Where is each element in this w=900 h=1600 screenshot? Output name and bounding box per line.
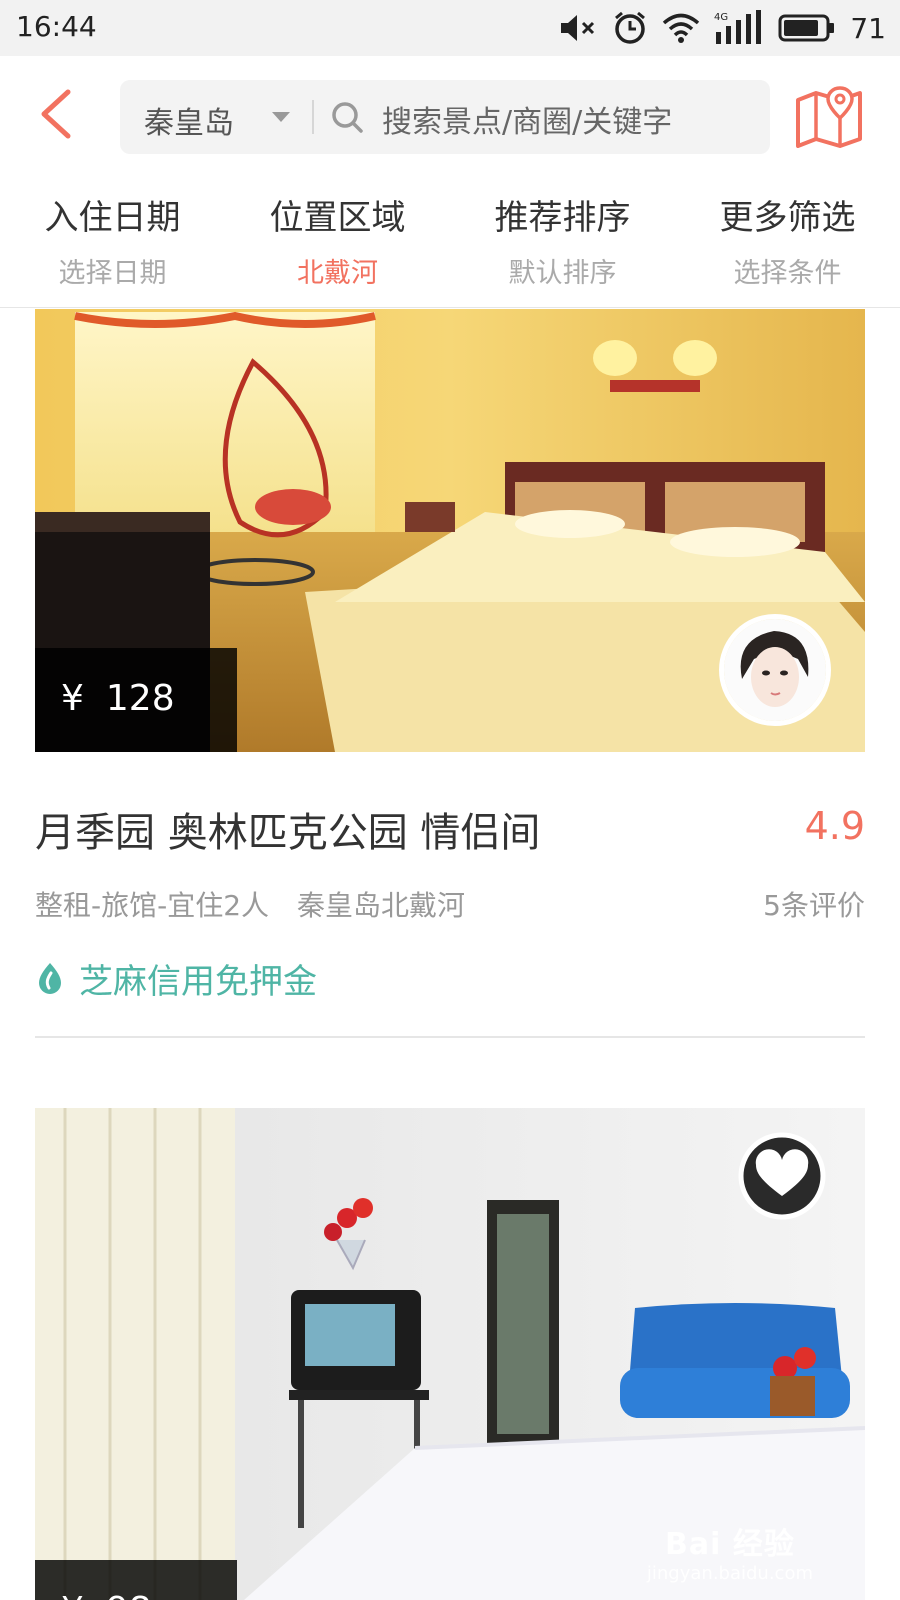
signal-4g-icon: 4G <box>714 10 762 44</box>
listing-photo[interactable]: ¥128 <box>35 309 865 752</box>
listing-list: ¥128 月季园 奥林匹克公园 情侣间 4.9 整租-旅馆-宜住2人 秦皇岛北戴… <box>0 309 900 1600</box>
filter-sort[interactable]: 推荐排序 默认排序 <box>450 172 675 307</box>
card-divider <box>35 1036 865 1038</box>
baidu-jingyan-watermark: Bai 经验 jingyan.baidu.com <box>647 1519 813 1584</box>
filter-more[interactable]: 更多筛选 选择条件 <box>675 172 900 307</box>
wifi-icon <box>663 13 700 43</box>
svg-text:4G: 4G <box>714 12 728 23</box>
status-icons: 4G 71 <box>558 8 886 48</box>
filter-title: 位置区域 <box>269 198 406 238</box>
filter-location-area[interactable]: 位置区域 北戴河 <box>225 172 450 307</box>
currency-symbol: ¥ <box>61 1590 84 1600</box>
currency-symbol: ¥ <box>61 678 84 719</box>
filter-bar: 入住日期 选择日期 位置区域 北戴河 推荐排序 默认排序 更多筛选 选择条件 <box>0 172 900 308</box>
filter-checkin-date[interactable]: 入住日期 选择日期 <box>0 172 225 307</box>
search-box[interactable]: 秦皇岛 搜索景点/商圈/关键字 <box>120 80 770 154</box>
search-icon <box>332 102 363 133</box>
filter-value: 默认排序 <box>508 258 617 289</box>
price-value: 98 <box>106 1590 152 1600</box>
listing-card[interactable]: ¥98 Bai 经验 jingyan.baidu.com <box>35 1108 865 1600</box>
alarm-icon <box>615 11 646 44</box>
mute-icon <box>561 15 595 41</box>
sesame-credit-badge: 芝麻信用免押金 <box>35 956 317 1002</box>
price-tag: ¥128 <box>35 648 237 752</box>
price-tag: ¥98 <box>35 1560 237 1600</box>
host-avatar[interactable] <box>719 614 831 726</box>
battery-level: 71 <box>850 11 886 45</box>
status-bar: 16:44 4G 71 <box>0 0 900 56</box>
map-icon[interactable] <box>794 84 864 148</box>
search-divider <box>312 100 314 134</box>
listing-title[interactable]: 月季园 奥林匹克公园 情侣间 <box>35 800 540 858</box>
sesame-credit-icon <box>39 963 61 994</box>
listing-meta: 整租-旅馆-宜住2人 秦皇岛北戴河 <box>35 889 466 922</box>
watermark-sub: jingyan.baidu.com <box>646 1563 813 1584</box>
review-count[interactable]: 5条评价 <box>763 884 865 924</box>
filter-value: 选择日期 <box>58 258 167 289</box>
watermark-main: Bai 经验 <box>665 1527 795 1562</box>
avatar-illustration <box>724 619 826 721</box>
filter-value: 北戴河 <box>297 258 378 289</box>
battery-icon <box>778 14 835 42</box>
filter-title: 更多筛选 <box>719 198 856 238</box>
listing-card[interactable]: ¥128 月季园 奥林匹克公园 情侣间 4.9 整租-旅馆-宜住2人 秦皇岛北戴… <box>35 309 865 1062</box>
heart-icon[interactable] <box>738 1132 826 1220</box>
filter-value: 选择条件 <box>733 258 842 289</box>
credit-text: 芝麻信用免押金 <box>79 961 317 1002</box>
filter-title: 推荐排序 <box>494 198 631 238</box>
back-arrow-icon[interactable] <box>30 86 86 142</box>
city-selector[interactable]: 秦皇岛 <box>144 98 234 142</box>
status-time: 16:44 <box>16 10 97 43</box>
caret-down-icon[interactable] <box>272 112 290 122</box>
filter-title: 入住日期 <box>44 198 181 238</box>
price-value: 128 <box>105 678 175 719</box>
listing-rating: 4.9 <box>804 804 865 848</box>
search-header: 秦皇岛 搜索景点/商圈/关键字 <box>0 56 900 172</box>
search-input[interactable]: 搜索景点/商圈/关键字 <box>382 97 672 141</box>
listing-photo[interactable]: ¥98 Bai 经验 jingyan.baidu.com <box>35 1108 865 1600</box>
